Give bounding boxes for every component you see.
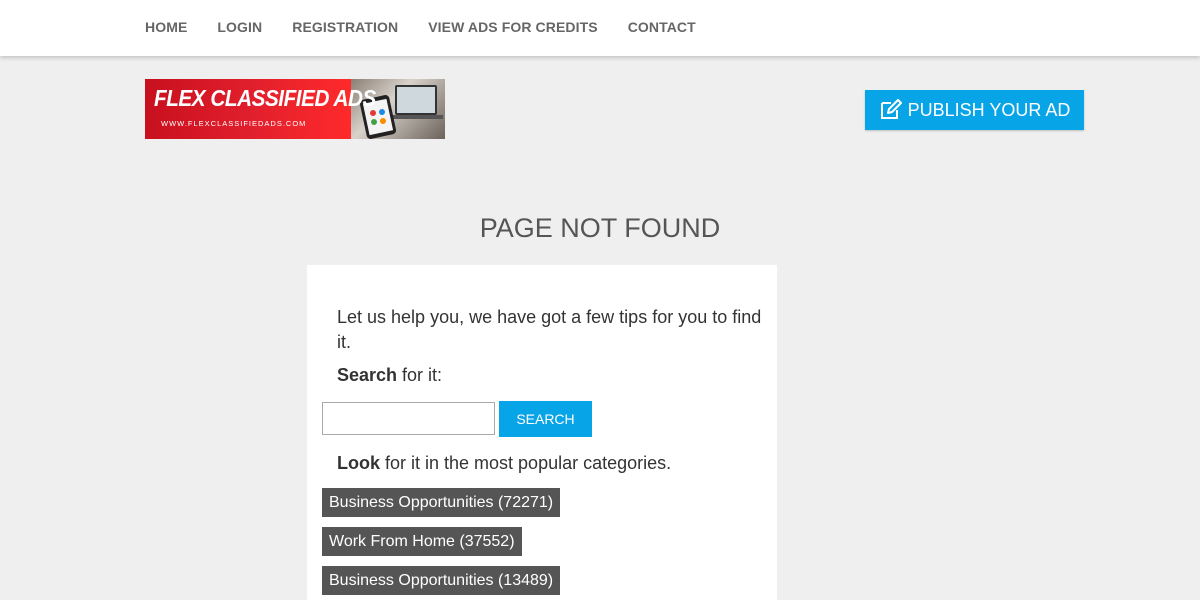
logo-title: FLEX CLASSIFIED ADS: [154, 85, 376, 111]
publish-ad-button[interactable]: PUBLISH YOUR AD: [865, 90, 1084, 130]
nav-item-login[interactable]: LOGIN: [217, 19, 262, 35]
tips-text: Let us help you, we have got a few tips …: [337, 307, 762, 352]
nav-list: HOME LOGIN REGISTRATION VIEW ADS FOR CRE…: [145, 0, 726, 56]
search-button[interactable]: SEARCH: [499, 401, 592, 437]
categories-instruction-bold: Look: [337, 453, 380, 473]
category-link[interactable]: Business Opportunities (13489): [322, 566, 561, 595]
categories-instruction-rest: for it in the most popular categories.: [380, 453, 672, 473]
categories-instruction: Look for it in the most popular categori…: [337, 453, 671, 474]
search-instruction: Search for it:: [337, 365, 442, 386]
logo-url: WWW.FLEXCLASSIFIEDADS.COM: [161, 119, 307, 128]
nav-item-view-ads-for-credits[interactable]: VIEW ADS FOR CREDITS: [428, 19, 598, 35]
search-instruction-rest: for it:: [397, 365, 443, 385]
site-logo[interactable]: FLEX CLASSIFIED ADS WWW.FLEXCLASSIFIEDAD…: [145, 79, 445, 139]
nav-item-home[interactable]: HOME: [145, 19, 187, 35]
publish-ad-label: PUBLISH YOUR AD: [907, 99, 1071, 120]
logo-banner: FLEX CLASSIFIED ADS WWW.FLEXCLASSIFIEDAD…: [145, 79, 376, 139]
category-link[interactable]: Business Opportunities (72271): [322, 488, 561, 517]
nav-item-contact[interactable]: CONTACT: [628, 19, 696, 35]
nav-item-registration[interactable]: REGISTRATION: [292, 19, 398, 35]
top-navigation: HOME LOGIN REGISTRATION VIEW ADS FOR CRE…: [0, 0, 1200, 56]
search-input[interactable]: [322, 402, 495, 435]
page-title: PAGE NOT FOUND: [479, 213, 721, 243]
edit-icon: [880, 99, 902, 119]
not-found-card: Let us help you, we have got a few tips …: [307, 265, 777, 600]
category-link[interactable]: Work From Home (37552): [322, 527, 522, 556]
search-instruction-bold: Search: [337, 365, 398, 385]
